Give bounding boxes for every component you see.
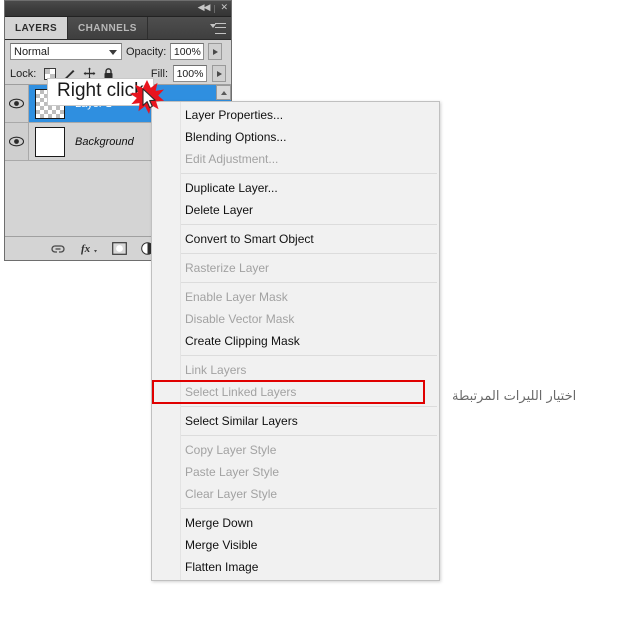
layer-thumbnail[interactable] [35,126,65,157]
menu-item-merge-down[interactable]: Merge Down [152,512,439,534]
menu-item-rasterize-layer: Rasterize Layer [185,261,270,275]
panel-tab-bar: LAYERS CHANNELS [5,17,231,40]
lock-label: Lock: [10,67,37,80]
collapse-arrows-icon[interactable]: ◀◀ [198,4,211,13]
opacity-slider-toggle[interactable] [208,43,223,60]
close-icon[interactable]: ✕ [220,4,227,13]
menu-item-create-clipping-mask[interactable]: Create Clipping Mask [152,330,439,352]
layer-name-label: Background [75,135,134,148]
eye-icon [9,98,24,109]
fill-slider-toggle[interactable] [212,65,226,82]
menu-item-layer-properties[interactable]: Layer Properties... [152,104,439,126]
fill-input[interactable]: 100% [173,65,207,82]
menu-item-copy-layer-style: Copy Layer Style [185,443,277,457]
menu-item-clear-layer-style: Clear Layer Style [185,487,278,501]
menu-item-select-similar-layers[interactable]: Select Similar Layers [152,410,439,432]
menu-item-flatten-image[interactable]: Flatten Image [152,556,439,578]
layer-visibility-toggle[interactable] [5,85,29,122]
opacity-label: Opacity: [126,45,167,58]
menu-item-delete-layer[interactable]: Delete Layer [152,199,439,221]
tab-channels[interactable]: CHANNELS [68,17,148,39]
opacity-input[interactable]: 100% [170,43,205,60]
svg-text:fx: fx [81,243,91,255]
tab-layers[interactable]: LAYERS [5,17,69,39]
blend-mode-row: Normal Opacity: 100% [5,40,231,63]
blend-mode-value: Normal [14,45,50,58]
mouse-cursor-icon [142,88,156,109]
menu-separator [181,224,437,225]
layer-context-menu: Layer Properties... Blending Options... … [151,101,440,581]
arabic-annotation-text: اختيار الليرات المرتبطة [452,389,577,404]
link-layers-icon[interactable] [50,244,66,254]
menu-separator [181,508,437,509]
menu-separator [181,253,437,254]
menu-item-convert-to-smart-object[interactable]: Convert to Smart Object [152,228,439,250]
menu-item-enable-layer-mask: Enable Layer Mask [185,290,288,304]
menu-item-link-layers: Link Layers [185,363,247,377]
panel-menu-bars-icon [215,23,226,34]
layer-style-fx-icon[interactable]: fx [80,242,98,255]
menu-item-blending-options[interactable]: Blending Options... [152,126,439,148]
menu-item-disable-vector-mask: Disable Vector Mask [185,312,295,326]
menu-separator [181,406,437,407]
menu-separator [181,173,437,174]
add-layer-mask-icon[interactable] [112,242,127,255]
titlebar-divider [214,4,216,13]
chevron-down-icon [109,50,117,55]
menu-separator [181,435,437,436]
menu-separator [181,282,437,283]
menu-item-edit-adjustment: Edit Adjustment... [185,152,279,166]
menu-item-merge-visible[interactable]: Merge Visible [152,534,439,556]
panel-titlebar: ◀◀ ✕ [5,1,231,17]
titlebar-buttons: ◀◀ ✕ [198,1,228,16]
menu-item-paste-layer-style: Paste Layer Style [185,465,280,479]
panel-menu-icon[interactable] [210,22,226,34]
eye-icon [9,136,24,147]
layer-visibility-toggle[interactable] [5,123,29,160]
menu-item-duplicate-layer[interactable]: Duplicate Layer... [152,177,439,199]
scrollbar-up-button[interactable] [216,85,231,100]
menu-item-select-linked-layers: Select Linked Layers [152,380,425,404]
menu-separator [181,355,437,356]
blend-mode-select[interactable]: Normal [10,43,122,60]
